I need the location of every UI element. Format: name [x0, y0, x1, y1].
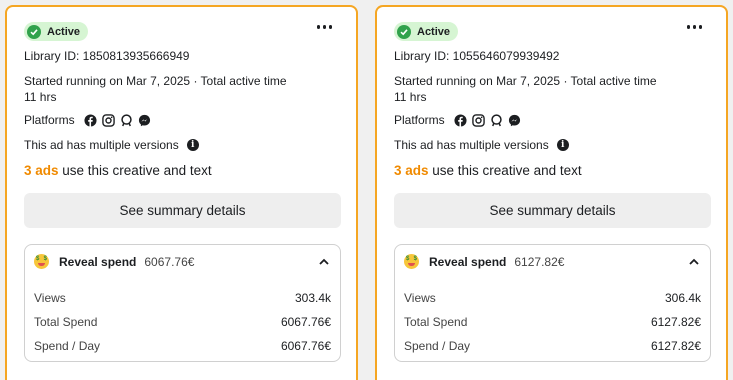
library-id: Library ID: 1055646079939492 [394, 49, 560, 63]
more-options-icon[interactable] [686, 25, 702, 29]
metric-value: 303.4k [294, 291, 331, 305]
reveal-spend-header[interactable]: Reveal spend 6127.82€ [404, 254, 564, 269]
metric-value: 6067.76€ [280, 339, 331, 353]
instagram-icon [471, 113, 485, 127]
metric-row: Spend / Day 6127.82€ [404, 339, 701, 353]
metric-label: Views [34, 291, 66, 305]
status-text: Active [417, 25, 451, 38]
status-badge: Active [24, 22, 89, 41]
more-options-icon[interactable] [316, 25, 332, 29]
messenger-icon [508, 114, 520, 126]
metric-row: Total Spend 6067.76€ [34, 315, 331, 329]
metric-row: Views 306.4k [404, 291, 701, 305]
ad-card: Active Library ID: 1850813935666949 Star… [5, 5, 358, 380]
ads-usage: 3 ads use this creative and text [24, 163, 212, 178]
run-info-line1: Started running on Mar 7, 2025 · Total a… [394, 74, 657, 88]
status-text: Active [47, 25, 81, 38]
ad-card: Active Library ID: 1055646079939492 Star… [375, 5, 728, 380]
facebook-icon [454, 113, 467, 127]
platforms-row: Platforms [394, 113, 521, 127]
metric-value: 306.4k [664, 291, 701, 305]
run-info-line1: Started running on Mar 7, 2025 · Total a… [24, 74, 287, 88]
ads-usage-text: use this creative and text [428, 163, 582, 178]
reveal-spend-panel: Reveal spend 6067.76€ Views 303.4k Total… [24, 244, 341, 362]
versions-row: This ad has multiple versions i [24, 138, 199, 152]
metric-label: Spend / Day [404, 339, 471, 353]
reveal-spend-amount: 6127.82€ [514, 254, 565, 269]
reveal-spend-header[interactable]: Reveal spend 6067.76€ [34, 254, 194, 269]
instagram-icon [101, 113, 115, 127]
run-info: Started running on Mar 7, 2025 · Total a… [24, 73, 314, 105]
info-icon[interactable]: i [556, 139, 569, 151]
versions-text: This ad has multiple versions [24, 138, 179, 152]
reveal-spend-label: Reveal spend [59, 254, 137, 269]
facebook-icon [84, 113, 97, 127]
ads-count[interactable]: 3 ads [24, 163, 59, 178]
metric-value: 6067.76€ [280, 315, 331, 329]
versions-row: This ad has multiple versions i [394, 138, 569, 152]
platforms-label: Platforms [394, 113, 445, 127]
see-summary-details-button[interactable]: See summary details [24, 193, 341, 228]
metric-row: Spend / Day 6067.76€ [34, 339, 331, 353]
chevron-up-icon[interactable] [318, 257, 330, 267]
metric-row: Total Spend 6127.82€ [404, 315, 701, 329]
metric-label: Spend / Day [34, 339, 101, 353]
platforms-row: Platforms [24, 113, 151, 127]
run-info-line2: 11 hrs [24, 90, 57, 104]
status-badge: Active [394, 22, 459, 41]
money-face-icon [34, 254, 49, 269]
metric-row: Views 303.4k [34, 291, 331, 305]
see-summary-details-button[interactable]: See summary details [394, 193, 711, 228]
audience-network-icon [490, 113, 502, 126]
run-info: Started running on Mar 7, 2025 · Total a… [394, 73, 684, 105]
audience-network-icon [120, 113, 132, 126]
check-icon [27, 24, 41, 39]
check-icon [397, 24, 411, 39]
reveal-spend-label: Reveal spend [429, 254, 507, 269]
ads-usage: 3 ads use this creative and text [394, 163, 582, 178]
chevron-up-icon[interactable] [688, 257, 700, 267]
metric-label: Total Spend [34, 315, 98, 329]
money-face-icon [404, 254, 419, 269]
versions-text: This ad has multiple versions [394, 138, 549, 152]
info-icon[interactable]: i [186, 139, 199, 151]
metric-value: 6127.82€ [650, 339, 701, 353]
library-id: Library ID: 1850813935666949 [24, 49, 190, 63]
messenger-icon [138, 114, 150, 126]
reveal-spend-amount: 6067.76€ [144, 254, 195, 269]
metric-value: 6127.82€ [650, 315, 701, 329]
run-info-line2: 11 hrs [394, 90, 427, 104]
ads-count[interactable]: 3 ads [394, 163, 429, 178]
metric-label: Total Spend [404, 315, 468, 329]
reveal-spend-panel: Reveal spend 6127.82€ Views 306.4k Total… [394, 244, 711, 362]
metric-label: Views [404, 291, 436, 305]
ads-usage-text: use this creative and text [58, 163, 212, 178]
platforms-label: Platforms [24, 113, 75, 127]
